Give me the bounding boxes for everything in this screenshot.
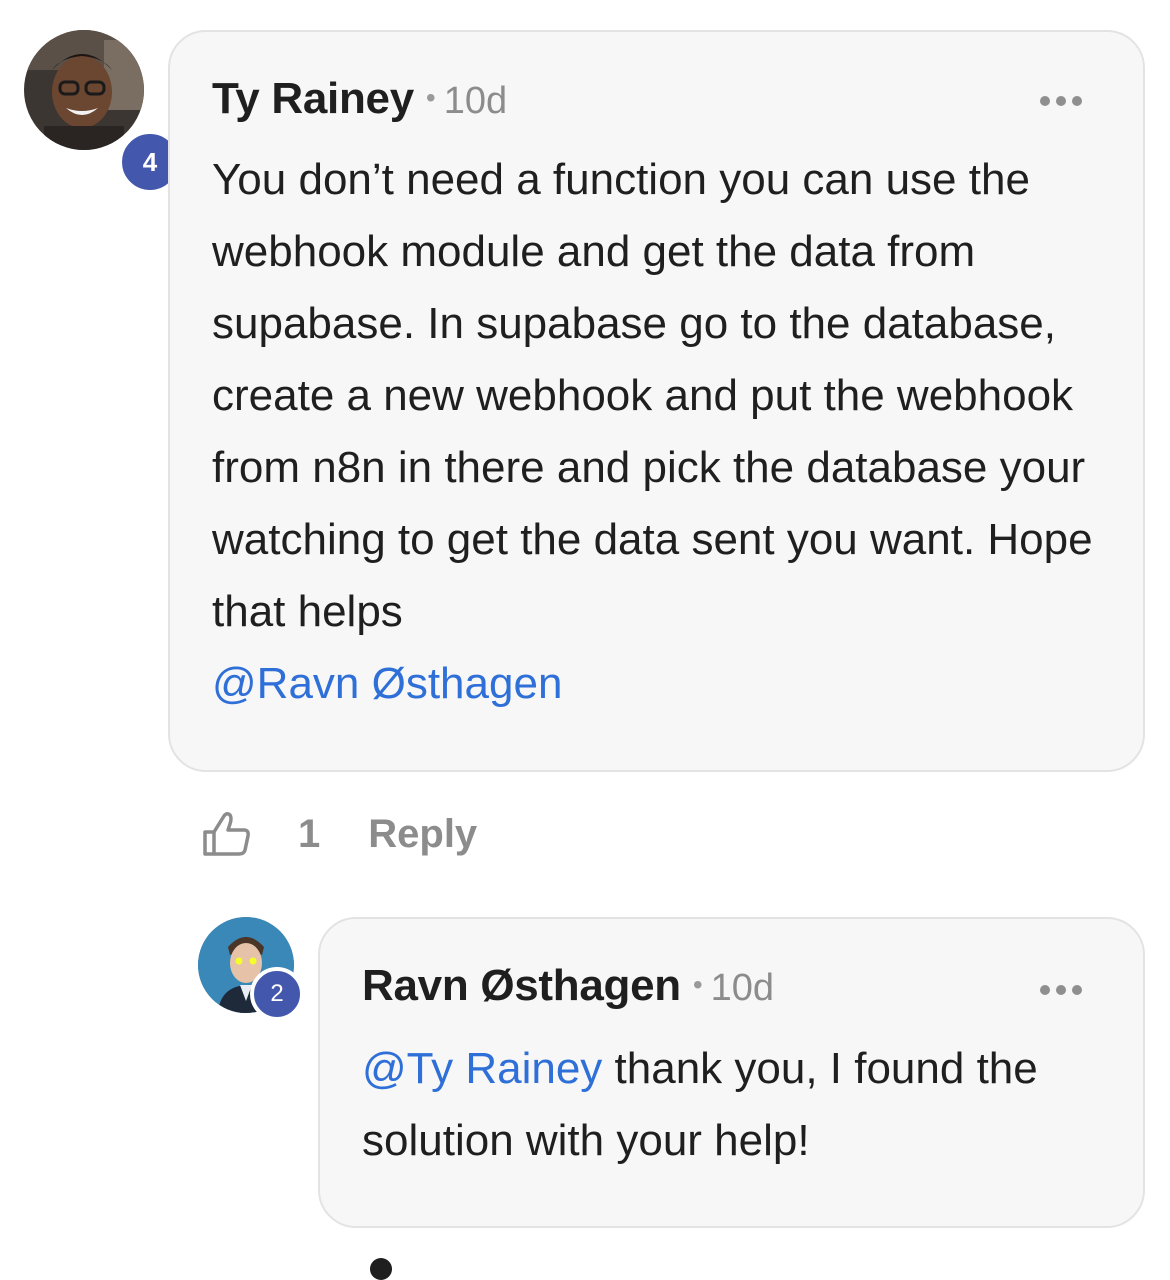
author-name[interactable]: Ravn Østhagen <box>362 961 681 1011</box>
comment-header: Ty Rainey • 10d <box>212 74 507 124</box>
reply-button[interactable]: Reply <box>368 812 477 857</box>
more-options-icon[interactable] <box>1040 985 1082 995</box>
separator-dot: • <box>692 969 703 1000</box>
comment-actions: 1 Reply <box>200 804 477 864</box>
comment-header: Ravn Østhagen • 10d <box>362 961 774 1011</box>
author-avatar-ty-rainey[interactable]: 4 <box>24 30 182 194</box>
level-badge: 2 <box>250 967 304 1021</box>
mention-link[interactable]: @Ty Rainey <box>362 1044 602 1093</box>
mention-link[interactable]: @Ravn Østhagen <box>212 659 562 708</box>
dot <box>1056 985 1066 995</box>
separator-dot: • <box>425 82 436 113</box>
dot <box>1040 96 1050 106</box>
like-button[interactable] <box>200 808 252 860</box>
partial-icon <box>370 1258 392 1280</box>
dot <box>1056 96 1066 106</box>
reply-bubble: Ravn Østhagen • 10d @Ty Rainey thank you… <box>318 917 1145 1228</box>
avatar-photo <box>24 30 144 150</box>
comment-bubble: Ty Rainey • 10d You don’t need a functio… <box>168 30 1145 772</box>
dot <box>1040 985 1050 995</box>
dot <box>1072 985 1082 995</box>
comment-timestamp: 10d <box>710 967 775 1009</box>
thumbs-up-icon <box>203 811 250 856</box>
comment-text: You don’t need a function you can use th… <box>212 155 1093 636</box>
dot <box>1072 96 1082 106</box>
author-avatar-ravn-osthagen[interactable]: 2 <box>198 917 304 1021</box>
comment-body: You don’t need a function you can use th… <box>212 144 1112 720</box>
comment-timestamp: 10d <box>443 80 508 122</box>
like-count: 1 <box>298 811 321 856</box>
comment-body: @Ty Rainey thank you, I found the soluti… <box>362 1033 1122 1177</box>
more-options-icon[interactable] <box>1040 96 1082 106</box>
author-name[interactable]: Ty Rainey <box>212 74 414 124</box>
